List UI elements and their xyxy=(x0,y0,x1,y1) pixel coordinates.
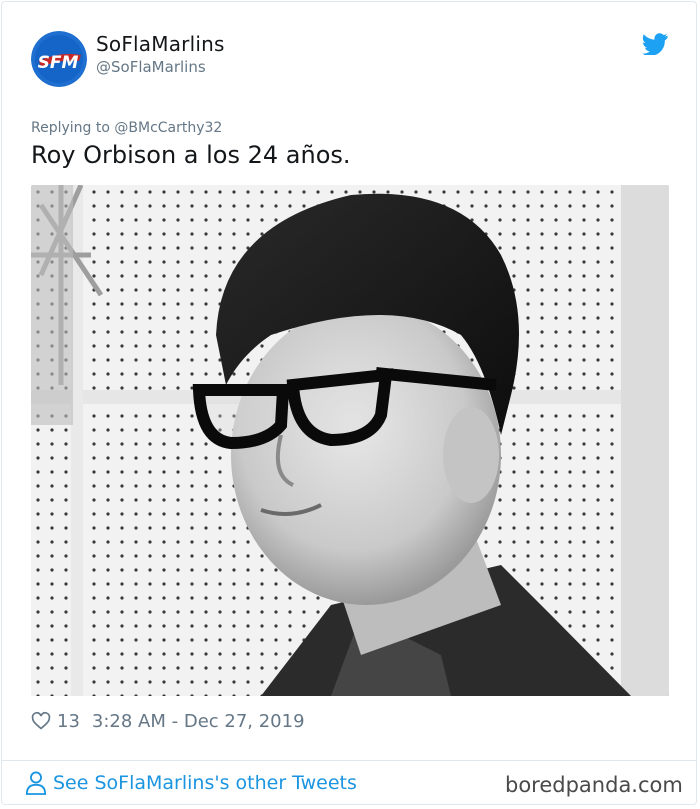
like-count[interactable]: 13 xyxy=(57,711,80,732)
tweet-photo[interactable] xyxy=(31,185,669,696)
reply-mention-link[interactable]: @BMcCarthy32 xyxy=(114,120,222,136)
divider xyxy=(1,760,697,761)
watermark: boredpanda.com xyxy=(505,773,683,797)
display-name[interactable]: SoFlaMarlins xyxy=(96,32,225,56)
heart-icon[interactable] xyxy=(31,711,51,731)
avatar-text: SFM xyxy=(38,53,79,73)
avatar-logo: SFM xyxy=(31,31,87,87)
avatar[interactable]: SFM xyxy=(31,31,87,87)
reply-context: Replying to @BMcCarthy32 xyxy=(31,120,222,136)
twitter-bird-icon[interactable] xyxy=(642,33,668,56)
tweet-meta: 13 3:28 AM - Dec 27, 2019 xyxy=(31,708,305,734)
user-handle[interactable]: @SoFlaMarlins xyxy=(96,58,206,76)
person-icon xyxy=(25,771,47,795)
reply-prefix: Replying to xyxy=(31,120,110,136)
tweet-text: Roy Orbison a los 24 años. xyxy=(31,141,351,169)
see-other-tweets-link[interactable]: See SoFlaMarlins's other Tweets xyxy=(25,771,357,795)
timestamp[interactable]: 3:28 AM - Dec 27, 2019 xyxy=(92,711,305,732)
see-other-tweets-label[interactable]: See SoFlaMarlins's other Tweets xyxy=(53,772,357,794)
